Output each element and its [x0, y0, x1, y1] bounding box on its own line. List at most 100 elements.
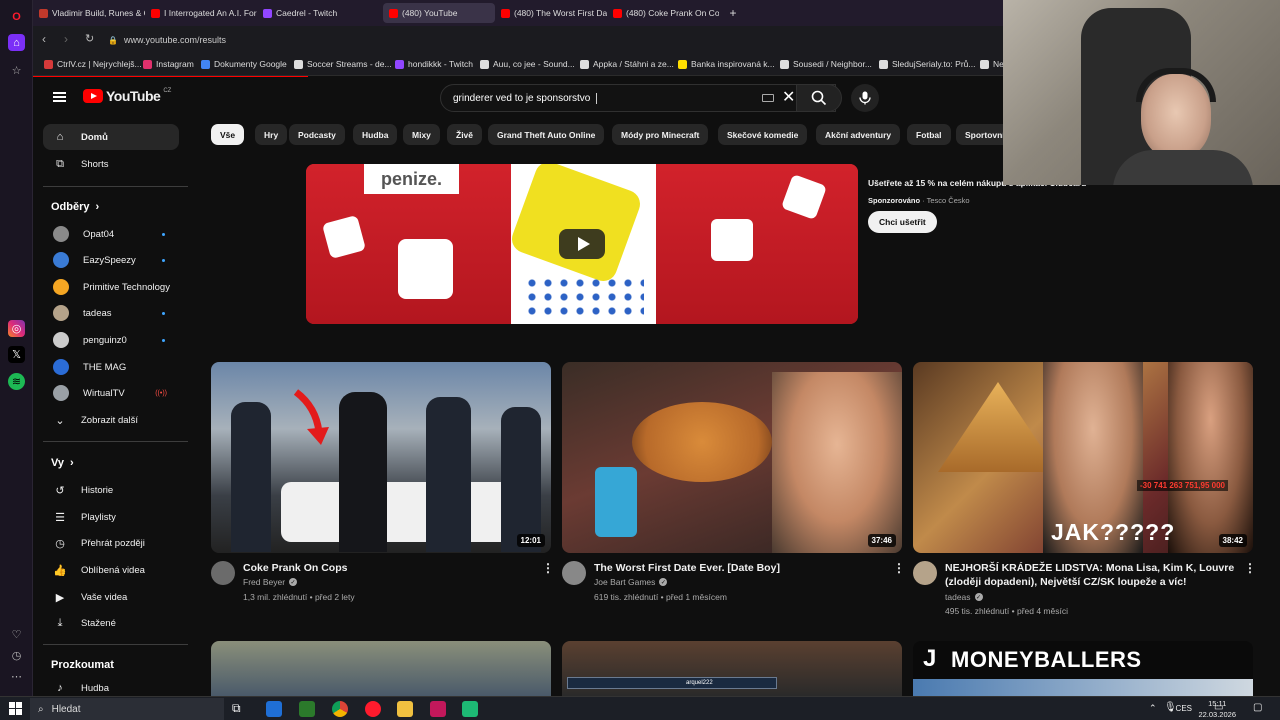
notifications-icon[interactable]: ▢: [1253, 702, 1262, 713]
clear-search-icon[interactable]: ✕: [782, 87, 795, 107]
sidebar-show-more[interactable]: ⌄ Zobrazit další: [43, 407, 179, 433]
chip-action-adventure[interactable]: Akční adventury: [816, 124, 901, 145]
sidebar-item-downloads[interactable]: ⤓ Stažené: [43, 610, 179, 636]
chip-sketch-comedy[interactable]: Skečové komedie: [718, 124, 808, 145]
heart-icon[interactable]: ♡: [8, 626, 25, 643]
video-thumbnail[interactable]: [211, 641, 551, 696]
bookmark-5[interactable]: hondikkk - Twitch: [395, 59, 473, 69]
more-options-icon[interactable]: ⋮: [1244, 561, 1256, 575]
more-icon[interactable]: ⋯: [8, 668, 25, 685]
sidebar-subscriptions-heading[interactable]: Odběry ›: [51, 201, 99, 213]
video-channel[interactable]: Joe Bart Games ✓: [594, 577, 668, 587]
tab-3[interactable]: Caedrel - Twitch: [257, 3, 379, 23]
language-indicator[interactable]: CES: [1176, 704, 1192, 713]
app-icon[interactable]: [430, 701, 446, 717]
sidebar-scrollbar[interactable]: [185, 119, 190, 696]
page-scrollbar[interactable]: [1272, 180, 1277, 690]
chip-podcasts[interactable]: Podcasty: [289, 124, 345, 145]
search-button[interactable]: [796, 84, 842, 112]
sidebar-item-home[interactable]: ⌂ Domů: [43, 124, 179, 150]
taskbar-clock[interactable]: 15:11 22.03.2026: [1198, 698, 1236, 720]
reload-icon[interactable]: ↻: [85, 32, 94, 45]
more-options-icon[interactable]: ⋮: [542, 561, 554, 575]
home-icon[interactable]: ⌂: [8, 34, 25, 51]
url-field[interactable]: 🔒 www.youtube.com/results: [108, 31, 1008, 49]
bookmark-2[interactable]: Instagram: [143, 59, 194, 69]
channel-avatar[interactable]: [211, 561, 235, 585]
sidebar-sub-tadeas[interactable]: tadeas: [43, 300, 179, 326]
sidebar-sub-penguinz0[interactable]: penguinz0: [43, 327, 179, 353]
sidebar-sub-wirtualtv[interactable]: WirtualTV ((•)): [43, 380, 179, 406]
bookmark-4[interactable]: Soccer Streams - de...: [294, 59, 392, 69]
menu-icon[interactable]: [53, 92, 66, 102]
sidebar-item-shorts[interactable]: ⧉ Shorts: [43, 151, 179, 177]
chip-live[interactable]: Živě: [447, 124, 483, 145]
store-icon[interactable]: [299, 701, 315, 717]
tab-5[interactable]: (480) The Worst First Date: [495, 3, 607, 23]
bookmark-7[interactable]: Appka / Stáhni a ze...: [580, 59, 674, 69]
keyboard-icon[interactable]: [762, 94, 774, 102]
chip-sports[interactable]: Sportovní: [956, 124, 1003, 145]
video-thumbnail[interactable]: 12:01: [211, 362, 551, 553]
video-thumbnail[interactable]: -30 741 263 751,95 000 JAK????? 38:42: [913, 362, 1253, 553]
video-title[interactable]: Coke Prank On Cops: [243, 561, 533, 575]
sidebar-sub-opat04[interactable]: Opat04: [43, 221, 179, 247]
sidebar-sub-primitive-technology[interactable]: Primitive Technology: [43, 274, 179, 300]
back-icon[interactable]: ‹: [42, 32, 46, 46]
bookmark-8[interactable]: Banka inspirovaná k...: [678, 59, 775, 69]
bookmark-1[interactable]: CtrlV.cz | Nejrychlejš...: [44, 59, 142, 69]
video-channel[interactable]: Fred Beyer ✓: [243, 577, 298, 587]
sidebar-sub-eazyspeezy[interactable]: EazySpeezy: [43, 247, 179, 273]
sidebar-item-playlists[interactable]: ☰ Playlisty: [43, 504, 179, 530]
outlook-icon[interactable]: [266, 701, 282, 717]
file-explorer-icon[interactable]: [397, 701, 413, 717]
tray-expand-icon[interactable]: ⌃: [1149, 703, 1157, 714]
bookmark-3[interactable]: Dokumenty Google: [201, 59, 287, 69]
more-options-icon[interactable]: ⋮: [893, 561, 905, 575]
bookmark-11[interactable]: Ne: [980, 59, 1004, 69]
youtube-logo[interactable]: YouTube CZ: [83, 88, 171, 104]
bookmark-9[interactable]: Sousedi / Neighbor...: [780, 59, 872, 69]
instagram-icon[interactable]: ◎: [8, 320, 25, 337]
chip-football[interactable]: Fotbal: [907, 124, 951, 145]
windows-start-icon[interactable]: [9, 702, 22, 715]
chip-games[interactable]: Hry: [255, 124, 288, 145]
chip-all[interactable]: Vše: [211, 124, 245, 145]
sidebar-item-history[interactable]: ↺ Historie: [43, 477, 179, 503]
chrome-icon[interactable]: [332, 701, 348, 717]
bookmark-10[interactable]: SledujSerialy.to: Prů...: [879, 59, 975, 69]
sidebar-item-liked-videos[interactable]: 👍 Oblíbená videa: [43, 557, 179, 583]
channel-avatar[interactable]: [913, 561, 937, 585]
chip-music[interactable]: Hudba: [353, 124, 398, 145]
opera-gx-icon[interactable]: [365, 701, 381, 717]
taskbar-search-input[interactable]: ⌕ Hledat: [30, 698, 224, 720]
tab-1[interactable]: Vladimir Build, Runes & C: [33, 3, 145, 23]
chip-gta-online[interactable]: Grand Theft Auto Online: [488, 124, 605, 145]
video-thumbnail[interactable]: 37:46: [562, 362, 902, 553]
sidebar-item-music[interactable]: ♪ Hudba: [43, 675, 179, 696]
tab-2[interactable]: I Interrogated An A.I. For: [145, 3, 257, 23]
ad-video-thumbnail[interactable]: penize.: [306, 164, 858, 324]
bookmark-6[interactable]: Auu, co jee - Sound...: [480, 59, 575, 69]
sidebar-item-watch-later[interactable]: ◷ Přehrát později: [43, 530, 179, 556]
sidebar-you-heading[interactable]: Vy ›: [51, 457, 74, 469]
ad-cta-button[interactable]: Chci ušetřit: [868, 211, 937, 233]
voice-search-button[interactable]: [851, 84, 879, 112]
app-icon[interactable]: [462, 701, 478, 717]
forward-icon[interactable]: ›: [64, 32, 68, 46]
channel-avatar[interactable]: [562, 561, 586, 585]
sidebar-item-your-videos[interactable]: ▶ Vaše videa: [43, 584, 179, 610]
star-icon[interactable]: ☆: [8, 62, 25, 79]
sidebar-sub-the-mag[interactable]: THE MAG: [43, 354, 179, 380]
video-thumbnail[interactable]: arquel222: [562, 641, 902, 696]
new-tab-button[interactable]: +: [723, 3, 743, 23]
video-channel[interactable]: tadeas ✓: [945, 592, 983, 602]
spotify-icon[interactable]: ≋: [8, 373, 25, 390]
task-view-icon[interactable]: ⧉: [232, 701, 248, 717]
video-thumbnail[interactable]: J MONEYBALLERS: [913, 641, 1253, 696]
x-twitter-icon[interactable]: 𝕏: [8, 346, 25, 363]
search-input[interactable]: grinderer ved to je sponsorstvo: [440, 84, 836, 112]
chip-minecraft-mods[interactable]: Módy pro Minecraft: [612, 124, 709, 145]
video-title[interactable]: The Worst First Date Ever. [Date Boy]: [594, 561, 884, 575]
opera-logo-icon[interactable]: O: [8, 8, 25, 25]
